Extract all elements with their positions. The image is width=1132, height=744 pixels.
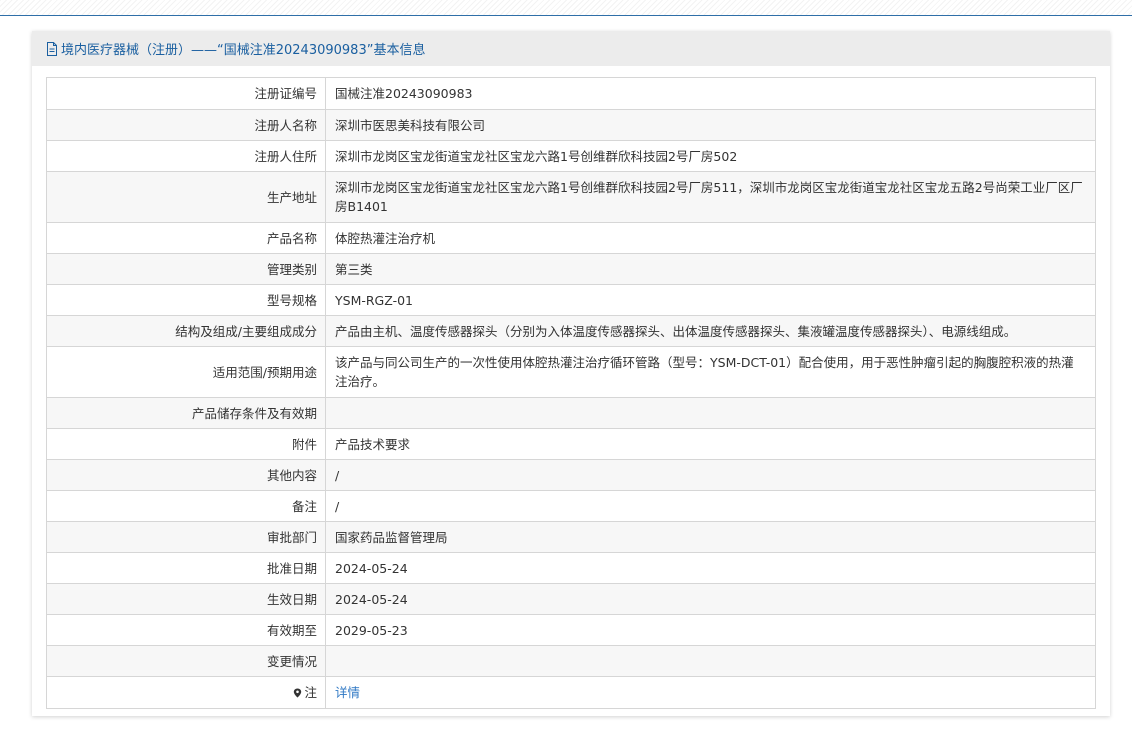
row-label: 结构及组成/主要组成成分 — [46, 315, 326, 347]
row-label: 生产地址 — [46, 171, 326, 223]
table-row: 适用范围/预期用途 该产品与同公司生产的一次性使用体腔热灌注治疗循环管路（型号：… — [46, 346, 1096, 398]
row-value: / — [325, 490, 1096, 522]
row-value: 产品技术要求 — [325, 428, 1096, 460]
info-panel: 境内医疗器械（注册）——“国械注准20243090983”基本信息 注册证编号 … — [32, 31, 1110, 716]
row-label: 有效期至 — [46, 614, 326, 646]
table-row: 有效期至 2029-05-23 — [46, 614, 1096, 646]
row-value: 2024-05-24 — [325, 552, 1096, 584]
row-label: 注册人住所 — [46, 140, 326, 172]
row-value: 国械注准20243090983 — [325, 77, 1096, 110]
table-row: 其他内容 / — [46, 459, 1096, 491]
row-label: 变更情况 — [46, 645, 326, 677]
table-row: 生产地址 深圳市龙岗区宝龙街道宝龙社区宝龙六路1号创维群欣科技园2号厂房511，… — [46, 171, 1096, 223]
row-label: 适用范围/预期用途 — [46, 346, 326, 398]
table-row: 注册证编号 国械注准20243090983 — [46, 77, 1096, 110]
note-label: 注 — [304, 685, 317, 700]
top-bar — [0, 0, 1132, 16]
info-table-wrap: 注册证编号 国械注准20243090983 注册人名称 深圳市医思美科技有限公司… — [46, 77, 1096, 709]
table-row: 结构及组成/主要组成成分 产品由主机、温度传感器探头（分别为入体温度传感器探头、… — [46, 315, 1096, 347]
row-value: YSM-RGZ-01 — [325, 284, 1096, 316]
table-row: 注册人住所 深圳市龙岗区宝龙街道宝龙社区宝龙六路1号创维群欣科技园2号厂房502 — [46, 140, 1096, 172]
panel-title: 境内医疗器械（注册）——“国械注准20243090983”基本信息 — [61, 43, 426, 58]
row-value — [325, 645, 1096, 677]
row-label: 注册证编号 — [46, 77, 326, 110]
row-value: 该产品与同公司生产的一次性使用体腔热灌注治疗循环管路（型号：YSM-DCT-01… — [325, 346, 1096, 398]
row-label: 生效日期 — [46, 583, 326, 615]
row-label: 管理类别 — [46, 253, 326, 285]
table-row: 批准日期 2024-05-24 — [46, 552, 1096, 584]
row-value: 深圳市龙岗区宝龙街道宝龙社区宝龙六路1号创维群欣科技园2号厂房511，深圳市龙岗… — [325, 171, 1096, 223]
row-label: 备注 — [46, 490, 326, 522]
map-pin-icon — [293, 688, 302, 698]
row-value: 产品由主机、温度传感器探头（分别为入体温度传感器探头、出体温度传感器探头、集液罐… — [325, 315, 1096, 347]
details-link[interactable]: 详情 — [335, 685, 360, 700]
table-row: 变更情况 — [46, 645, 1096, 677]
row-value: 2024-05-24 — [325, 583, 1096, 615]
row-label: 注册人名称 — [46, 109, 326, 141]
table-row: 产品名称 体腔热灌注治疗机 — [46, 222, 1096, 254]
row-label: 产品名称 — [46, 222, 326, 254]
table-row: 产品储存条件及有效期 — [46, 397, 1096, 429]
row-value — [325, 397, 1096, 429]
table-row: 审批部门 国家药品监督管理局 — [46, 521, 1096, 553]
table-row: 生效日期 2024-05-24 — [46, 583, 1096, 615]
row-label: 型号规格 — [46, 284, 326, 316]
table-row: 注 详情 — [46, 676, 1096, 709]
row-label: 其他内容 — [46, 459, 326, 491]
table-row: 附件 产品技术要求 — [46, 428, 1096, 460]
row-value: 详情 — [325, 676, 1096, 709]
row-label: 批准日期 — [46, 552, 326, 584]
row-value: 深圳市医思美科技有限公司 — [325, 109, 1096, 141]
row-value: 深圳市龙岗区宝龙街道宝龙社区宝龙六路1号创维群欣科技园2号厂房502 — [325, 140, 1096, 172]
table-row: 型号规格 YSM-RGZ-01 — [46, 284, 1096, 316]
document-icon — [46, 41, 58, 56]
info-table: 注册证编号 国械注准20243090983 注册人名称 深圳市医思美科技有限公司… — [46, 77, 1096, 709]
row-value: 国家药品监督管理局 — [325, 521, 1096, 553]
row-value: / — [325, 459, 1096, 491]
table-row: 注册人名称 深圳市医思美科技有限公司 — [46, 109, 1096, 141]
panel-header: 境内医疗器械（注册）——“国械注准20243090983”基本信息 — [32, 31, 1110, 66]
row-label-note: 注 — [46, 676, 326, 709]
row-value: 2029-05-23 — [325, 614, 1096, 646]
row-value: 第三类 — [325, 253, 1096, 285]
row-value: 体腔热灌注治疗机 — [325, 222, 1096, 254]
row-label: 审批部门 — [46, 521, 326, 553]
row-label: 产品储存条件及有效期 — [46, 397, 326, 429]
row-label: 附件 — [46, 428, 326, 460]
table-row: 管理类别 第三类 — [46, 253, 1096, 285]
table-row: 备注 / — [46, 490, 1096, 522]
